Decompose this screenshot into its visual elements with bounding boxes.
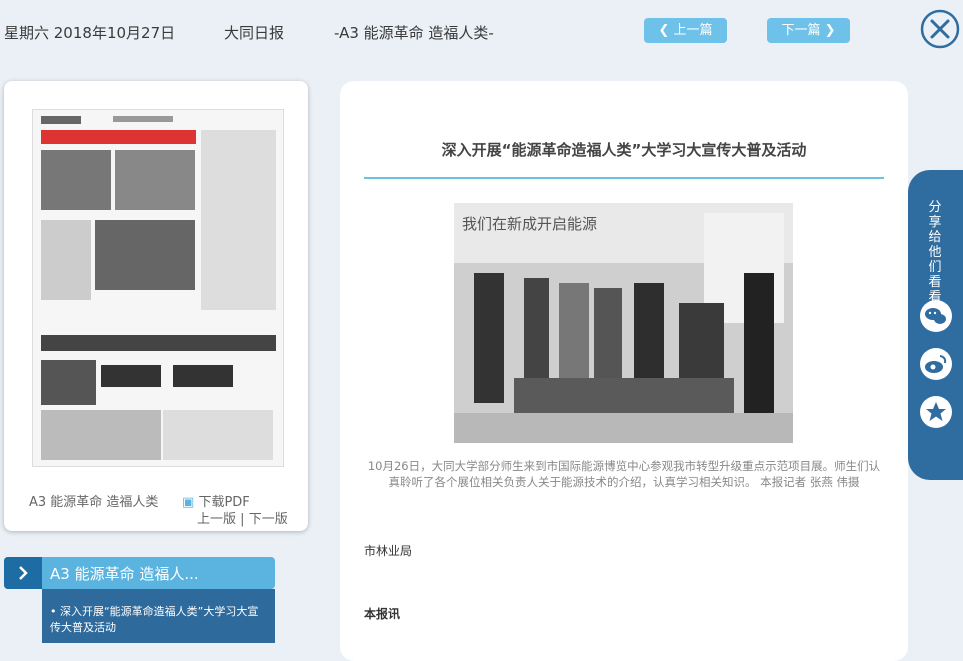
prev-edition-link[interactable]: 上一版 [197, 512, 236, 527]
expand-arrow[interactable] [4, 557, 42, 589]
thumbnail-section-label: A3 能源革命 造福人类 [29, 495, 159, 510]
article-title: 深入开展“能源革命造福人类”大学习大宣传大普及活动 [441, 141, 807, 159]
article-source: 市林业局 [364, 544, 413, 558]
newspaper-page-image [33, 110, 283, 466]
newspaper-page-thumbnail[interactable] [32, 109, 284, 467]
edition-pager: 上一版 | 下一版 [197, 508, 288, 527]
chevron-left-icon: ❮ [658, 23, 670, 38]
share-label: 分享给他们看看 [928, 200, 942, 305]
edition-tab[interactable]: A3 能源革命 造福人... [4, 557, 275, 589]
issue-date: 星期六 2018年10月27日 [4, 24, 176, 42]
article-dateline: 本报讯 [364, 607, 401, 621]
article-photo: 我们在新成开启能源 [454, 203, 793, 443]
chevron-right-icon: ❯ [824, 23, 836, 38]
qzone-share-button[interactable] [920, 396, 952, 428]
pdf-icon: ▣ [182, 495, 195, 510]
page-thumbnail-card: A3 能源革命 造福人类 ▣ 下载PDF 上一版 | 下一版 [4, 81, 308, 531]
next-edition-link[interactable]: 下一版 [249, 512, 288, 527]
top-bar: 星期六 2018年10月27日 大同日报 -A3 能源革命 造福人类- ❮ 上一… [0, 0, 963, 64]
close-button[interactable] [920, 9, 960, 49]
next-article-button[interactable]: 下一篇 ❯ [767, 18, 850, 43]
share-panel: 分享给他们看看 [908, 170, 963, 480]
prev-article-label: 上一篇 [673, 23, 713, 38]
chevron-right-icon [19, 566, 28, 580]
edition-title: -A3 能源革命 造福人类- [334, 24, 494, 42]
article-list-item[interactable]: • 深入开展“能源革命造福人类”大学习大宣传大普及活动 [50, 604, 265, 636]
title-divider [364, 177, 884, 179]
article-content: 深入开展“能源革命造福人类”大学习大宣传大普及活动 我们在新成开启能源 10月2… [340, 81, 908, 661]
photo-sign-text: 我们在新成开启能源 [462, 215, 597, 233]
wechat-icon [925, 308, 946, 324]
weibo-share-button[interactable] [920, 348, 952, 380]
qzone-icon [926, 402, 946, 421]
exhibition-photo: 我们在新成开启能源 [454, 203, 793, 443]
paper-name: 大同日报 [224, 24, 285, 42]
edition-tab-label: A3 能源革命 造福人... [50, 565, 199, 583]
prev-article-button[interactable]: ❮ 上一篇 [644, 18, 727, 43]
close-icon [920, 9, 960, 49]
next-article-label: 下一篇 [781, 23, 821, 38]
wechat-share-button[interactable] [920, 300, 952, 332]
edition-pager-separator: | [240, 512, 245, 527]
weibo-icon [925, 355, 947, 373]
photo-caption: 10月26日，大同大学部分师生来到市国际能源博览中心参观我市转型升级重点示范项目… [367, 459, 881, 489]
article-list: • 深入开展“能源革命造福人类”大学习大宣传大普及活动 [42, 589, 275, 643]
